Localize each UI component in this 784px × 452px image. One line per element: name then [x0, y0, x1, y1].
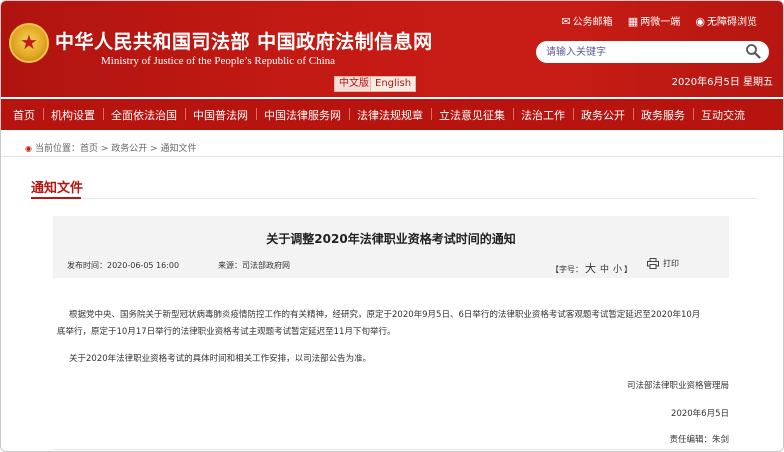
- site-title: 中华人民共和国司法部 中国政府法制信息网: [55, 31, 433, 53]
- paragraph-1-line-1: 根据党中央、国务院关于新型冠状病毒肺炎疫情防控工作的有关精神，经研究，原定于20…: [69, 310, 701, 320]
- font-size-medium[interactable]: 中: [600, 265, 609, 275]
- article-title: 关于调整2020年法律职业资格考试时间的通知: [266, 232, 516, 246]
- two-micro-link[interactable]: ▦ 两微一端: [627, 15, 681, 28]
- lang-english-button[interactable]: English: [370, 76, 417, 92]
- mail-link[interactable]: ✉ 公务邮箱: [561, 15, 613, 28]
- section-divider: [81, 198, 757, 199]
- breadcrumb-divider: [1, 156, 783, 157]
- header-date: 2020年6月5日 星期五: [671, 77, 773, 88]
- nav-item-rule-of-law[interactable]: 全面依法治国: [103, 107, 185, 123]
- nav-item-legal-services[interactable]: 中国法律服务网: [256, 107, 349, 123]
- source-label: 来源：: [218, 261, 242, 270]
- article-source: 来源：司法部政府网: [218, 260, 290, 271]
- publish-time-value: 2020-06-05 16:00: [107, 261, 180, 270]
- mail-icon: ✉: [561, 15, 571, 28]
- two-micro-label: 两微一端: [640, 17, 681, 28]
- accessible-link[interactable]: ◉ 无障碍浏览: [695, 15, 757, 28]
- article-paragraph-1: 根据党中央、国务院关于新型冠状病毒肺炎疫情防控工作的有关精神，经研究，原定于20…: [57, 307, 729, 341]
- nav-item-legal-work[interactable]: 法治工作: [513, 107, 573, 123]
- article-paragraph-2: 关于2020年法律职业资格考试的具体时间和相关工作安排，以司法部公告为准。: [69, 354, 372, 364]
- mail-label: 公务邮箱: [572, 17, 613, 28]
- font-size-end: 】: [624, 265, 633, 274]
- nav-item-organization[interactable]: 机构设置: [43, 107, 103, 123]
- responsible-editor: 责任编辑：朱剑: [669, 435, 729, 445]
- article-header: 关于调整2020年法律职业资格考试时间的通知 发布时间：2020-06-05 1…: [53, 216, 729, 278]
- location-icon: ◉: [25, 144, 32, 153]
- nav-item-interaction[interactable]: 互动交流: [693, 107, 753, 123]
- lang-chinese-button[interactable]: 中文版: [334, 76, 374, 92]
- publish-time: 发布时间：2020-06-05 16:00: [67, 260, 179, 271]
- grid-icon: ▦: [627, 15, 639, 28]
- search-box: [536, 41, 769, 63]
- publish-time-label: 发布时间：: [67, 261, 107, 270]
- top-links: ✉ 公务邮箱 ▦ 两微一端 ◉ 无障碍浏览: [549, 13, 757, 28]
- page-frame: 中华人民共和国司法部 中国政府法制信息网 Ministry of Justice…: [0, 0, 784, 452]
- section-underline: [31, 197, 81, 199]
- print-label: 打印: [663, 259, 679, 268]
- main-nav: 首页 机构设置 全面依法治国 中国普法网 中国法律服务网 法律法规规章 立法意见…: [1, 99, 783, 130]
- site-header: 中华人民共和国司法部 中国政府法制信息网 Ministry of Justice…: [1, 1, 783, 97]
- nav-item-legal-education[interactable]: 中国普法网: [185, 107, 256, 123]
- nav-item-home[interactable]: 首页: [5, 107, 43, 123]
- nav-item-regulations[interactable]: 法律法规规章: [349, 107, 431, 123]
- font-size-selector: 【字号：大中小】: [551, 260, 632, 276]
- printer-icon: [647, 258, 659, 269]
- paragraph-1-line-2: 底举行，原定于10月17日举行的法律职业资格考试主观题考试暂定延迟至11月下旬举…: [57, 327, 396, 337]
- font-size-large[interactable]: 大: [585, 262, 596, 275]
- print-button[interactable]: 打印: [647, 258, 679, 269]
- source-value: 司法部政府网: [242, 261, 290, 270]
- eye-icon: ◉: [695, 15, 705, 28]
- signature-org: 司法部法律职业资格管理局: [626, 381, 729, 391]
- accessible-label: 无障碍浏览: [707, 17, 757, 28]
- bottom-divider: [53, 449, 729, 450]
- site-subtitle: Ministry of Justice of the People’s Repu…: [101, 55, 336, 67]
- search-icon[interactable]: [745, 43, 761, 59]
- search-input[interactable]: [546, 44, 736, 60]
- national-emblem-icon: [9, 23, 49, 63]
- signature-date: 2020年6月5日: [671, 409, 729, 419]
- section-title: 通知文件: [31, 181, 84, 196]
- font-size-small[interactable]: 小: [613, 265, 622, 275]
- nav-item-gov-affairs[interactable]: 政务公开: [573, 107, 633, 123]
- font-size-label: 【字号：: [551, 265, 583, 274]
- breadcrumb[interactable]: ◉ 当前位置：首页 > 政务公开 > 通知文件: [25, 141, 197, 154]
- nav-item-legislation-feedback[interactable]: 立法意见征集: [431, 107, 513, 123]
- breadcrumb-text: 当前位置：首页 > 政务公开 > 通知文件: [34, 144, 197, 154]
- nav-item-gov-services[interactable]: 政务服务: [633, 107, 693, 123]
